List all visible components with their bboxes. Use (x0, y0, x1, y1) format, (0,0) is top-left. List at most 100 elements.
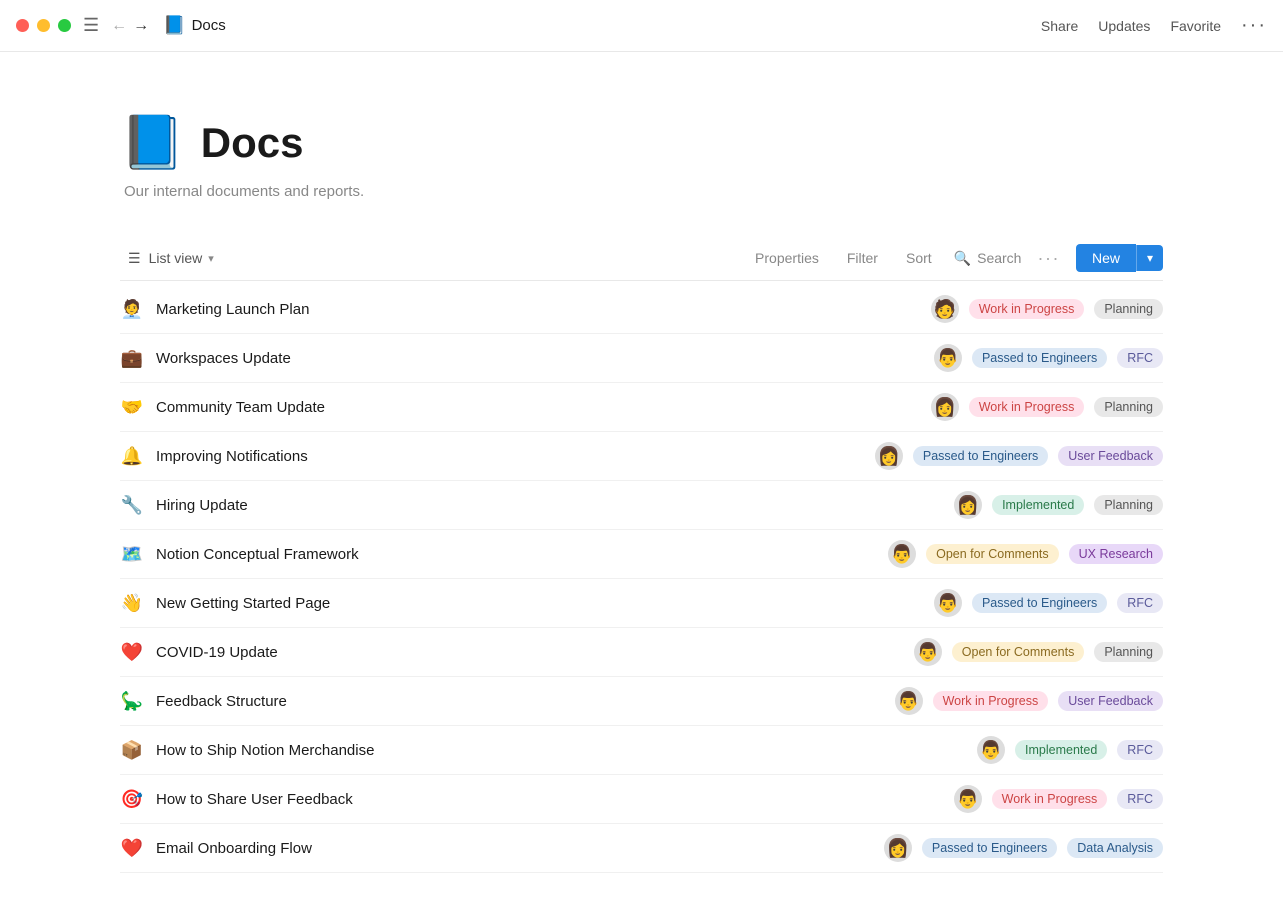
table-row[interactable]: 🦕Feedback Structure👨Work in ProgressUser… (120, 677, 1163, 726)
doc-meta: 👨ImplementedRFC (977, 736, 1163, 764)
favorite-button[interactable]: Favorite (1170, 18, 1221, 34)
doc-meta: 🧑 Work in Progress Planning (931, 295, 1163, 323)
table-row[interactable]: ❤️ Email Onboarding Flow👩 Passed to Engine… (120, 824, 1163, 873)
doc-list: 🧑‍💼Marketing Launch Plan🧑Work in Progres… (120, 285, 1163, 873)
forward-arrow-icon[interactable]: → (133, 17, 149, 35)
status-badge: Work in Progress (969, 397, 1085, 417)
table-row[interactable]: 🔔 Improving Notifications👩 Passed to Engin… (120, 432, 1163, 481)
doc-meta: 👨 Open for Comments Planning (914, 638, 1163, 666)
search-label: Search (977, 250, 1021, 266)
search-icon: 🔍 (954, 250, 971, 267)
doc-emoji-icon: 🦕 (120, 691, 144, 712)
doc-meta: 👩 Passed to Engineers Data Analysis (884, 834, 1163, 862)
status-badge: RFC (1117, 348, 1163, 368)
toolbar-more-button[interactable]: ··· (1037, 248, 1059, 269)
table-row[interactable]: 💼Workspaces Update👨Passed to EngineersRF… (120, 334, 1163, 383)
doc-emoji-icon: 🎯 (120, 789, 144, 810)
table-row[interactable]: 🔧Hiring Update👩ImplementedPlanning (120, 481, 1163, 530)
doc-emoji-icon: ❤️ (120, 838, 144, 859)
avatar: 👩 (884, 834, 912, 862)
table-row[interactable]: 👋New Getting Started Page👨Passed to Engi… (120, 579, 1163, 628)
share-button[interactable]: Share (1041, 18, 1078, 34)
titlebar-page-title: Docs (192, 17, 226, 34)
avatar: 👨 (954, 785, 982, 813)
maximize-window-button[interactable] (58, 19, 71, 32)
doc-name: How to Share User Feedback (156, 791, 954, 808)
updates-button[interactable]: Updates (1098, 18, 1150, 34)
status-badge: UX Research (1069, 544, 1163, 564)
doc-name: Hiring Update (156, 497, 954, 514)
table-row[interactable]: ❤️COVID-19 Update👨Open for CommentsPlann… (120, 628, 1163, 677)
status-badge: Planning (1094, 642, 1163, 662)
sidebar-toggle-icon[interactable]: ☰ (83, 15, 99, 36)
doc-meta: 👨Work in ProgressRFC (954, 785, 1163, 813)
status-badge: RFC (1117, 593, 1163, 613)
status-badge: Work in Progress (969, 299, 1085, 319)
new-button-container: New ▾ (1076, 244, 1163, 272)
avatar: 👨 (888, 540, 916, 568)
properties-button[interactable]: Properties (749, 246, 825, 270)
toolbar: ☰ List view ▾ Properties Filter Sort 🔍 S… (120, 236, 1163, 281)
main-content: 📘 Docs Our internal documents and report… (0, 52, 1283, 913)
status-badge: Implemented (992, 495, 1084, 515)
titlebar-page-icon: 📘 (163, 15, 185, 36)
sort-button[interactable]: Sort (900, 246, 938, 270)
doc-emoji-icon: 💼 (120, 348, 144, 369)
avatar: 👩 (931, 393, 959, 421)
avatar: 👨 (895, 687, 923, 715)
doc-emoji-icon: 🔧 (120, 495, 144, 516)
doc-name: Workspaces Update (156, 350, 934, 367)
status-badge: Planning (1094, 397, 1163, 417)
back-arrow-icon[interactable]: ← (111, 17, 127, 35)
doc-name: Email Onboarding Flow (156, 840, 884, 857)
doc-name: New Getting Started Page (156, 595, 934, 612)
minimize-window-button[interactable] (37, 19, 50, 32)
status-badge: Open for Comments (952, 642, 1085, 662)
more-options-button[interactable]: ··· (1241, 14, 1267, 37)
doc-name: Feedback Structure (156, 693, 895, 710)
page-emoji-icon[interactable]: 📘 (120, 112, 185, 173)
doc-meta: 👨 Open for Comments UX Research (888, 540, 1163, 568)
table-row[interactable]: 📦How to Ship Notion Merchandise👨Implemen… (120, 726, 1163, 775)
table-row[interactable]: 🎯 How to Share User Feedback👨 Work in Prog… (120, 775, 1163, 824)
doc-name: Community Team Update (156, 399, 931, 416)
doc-emoji-icon: 🗺️ (120, 544, 144, 565)
avatar: 👨 (977, 736, 1005, 764)
status-badge: Open for Comments (926, 544, 1059, 564)
avatar: 👨 (934, 589, 962, 617)
search-button[interactable]: 🔍 Search (954, 250, 1022, 267)
filter-button[interactable]: Filter (841, 246, 884, 270)
close-window-button[interactable] (16, 19, 29, 32)
doc-emoji-icon: 📦 (120, 740, 144, 761)
status-badge: User Feedback (1058, 446, 1163, 466)
list-view-button[interactable]: ☰ List view ▾ (120, 246, 222, 271)
status-badge: Planning (1094, 495, 1163, 515)
avatar: 🧑 (931, 295, 959, 323)
status-badge: Passed to Engineers (913, 446, 1048, 466)
status-badge: User Feedback (1058, 691, 1163, 711)
status-badge: Implemented (1015, 740, 1107, 760)
new-button[interactable]: New (1076, 244, 1136, 272)
page-title: Docs (201, 119, 304, 167)
status-badge: Passed to Engineers (922, 838, 1057, 858)
doc-meta: 👩 Work in Progress Planning (931, 393, 1163, 421)
status-badge: Data Analysis (1067, 838, 1163, 858)
toolbar-actions: Properties Filter Sort 🔍 Search ··· New … (749, 244, 1163, 272)
new-button-dropdown[interactable]: ▾ (1136, 245, 1163, 271)
status-badge: Work in Progress (992, 789, 1108, 809)
doc-meta: 👩 Passed to Engineers User Feedback (875, 442, 1163, 470)
page-header-title: 📘 Docs (120, 112, 1163, 173)
doc-emoji-icon: 🔔 (120, 446, 144, 467)
doc-emoji-icon: ❤️ (120, 642, 144, 663)
doc-meta: 👨Passed to EngineersRFC (934, 589, 1163, 617)
doc-name: Improving Notifications (156, 448, 875, 465)
titlebar: ☰ ← → 📘 Docs Share Updates Favorite ··· (0, 0, 1283, 52)
doc-meta: 👩ImplementedPlanning (954, 491, 1163, 519)
table-row[interactable]: 🤝 Community Team Update👩 Work in Progress P… (120, 383, 1163, 432)
avatar: 👩 (875, 442, 903, 470)
avatar: 👨 (914, 638, 942, 666)
table-row[interactable]: 🧑‍💼Marketing Launch Plan🧑Work in Progres… (120, 285, 1163, 334)
table-row[interactable]: 🗺️Notion Conceptual Framework👨Open for C… (120, 530, 1163, 579)
status-badge: Planning (1094, 299, 1163, 319)
doc-emoji-icon: 🤝 (120, 397, 144, 418)
